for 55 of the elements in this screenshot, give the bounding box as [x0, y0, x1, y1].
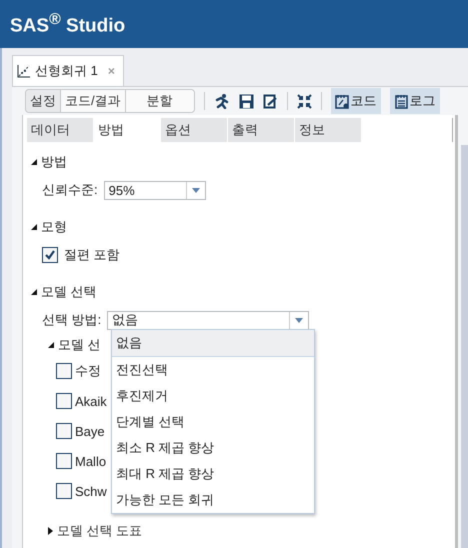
expand-icon[interactable] [31, 224, 37, 230]
checkbox[interactable] [56, 483, 72, 499]
sub-tab[interactable]: 출력 [228, 118, 295, 142]
dropdown-option[interactable]: 최소 R 제곱 향상 [112, 435, 314, 461]
dropdown-option[interactable]: 단계별 선택 [112, 409, 314, 435]
dropdown-option[interactable]: 없음 [112, 330, 314, 357]
checkbox[interactable] [56, 453, 72, 469]
checkbox-label: Mallo [75, 454, 106, 468]
section-title: 방법 [41, 153, 67, 171]
checkbox[interactable] [56, 423, 72, 439]
document-tab[interactable]: 선형회귀 1 × [12, 55, 124, 86]
view-button[interactable]: 분할 [126, 90, 194, 112]
expand-icon[interactable] [31, 289, 37, 295]
collapse-icon[interactable] [296, 94, 312, 108]
dropdown-arrow-icon [192, 188, 200, 192]
field-label: 신뢰수준: [42, 181, 98, 199]
dropdown-option[interactable]: 가능한 모든 회귀 [112, 487, 314, 513]
checkbox-label: Schw [75, 484, 107, 498]
expand-icon[interactable] [48, 342, 54, 348]
code-icon [334, 94, 350, 108]
section-title: 모델 선 [58, 336, 101, 354]
section-title: 모델 선택 도표 [57, 522, 142, 540]
view-button[interactable]: 코드/결과 [61, 90, 126, 112]
edit-document-icon[interactable] [262, 94, 278, 108]
run-icon[interactable] [214, 93, 230, 109]
chart-icon [17, 64, 31, 78]
dropdown-option[interactable]: 후진제거 [112, 383, 314, 409]
confidence-dropdown[interactable]: 95% [104, 180, 206, 200]
dropdown-option[interactable]: 최대 R 제곱 향상 [112, 461, 314, 487]
section-title: 모델 선택 [41, 283, 97, 301]
splitter-handle[interactable] [461, 145, 468, 548]
section-title: 모형 [41, 218, 67, 236]
checkbox-label: Akaik [75, 394, 107, 408]
tab-label: 선형회귀 1 [35, 62, 98, 80]
expand-icon[interactable] [48, 527, 53, 535]
checkbox-label: 절편 포함 [64, 246, 120, 264]
checkbox[interactable] [56, 363, 72, 379]
checkbox-label: 수정 [75, 362, 101, 380]
selection-method-dropdown[interactable]: 없음 [107, 310, 310, 330]
dropdown-option[interactable]: 전진선택 [112, 357, 314, 383]
toggle-button[interactable]: 코드 [330, 88, 381, 114]
view-button[interactable]: 설정 [26, 90, 61, 112]
checkbox[interactable] [56, 393, 72, 409]
sub-tab[interactable]: 데이터 [27, 118, 94, 142]
app-title: SAS$^{®}$ Studio [10, 10, 126, 38]
dropdown-arrow-icon [295, 318, 304, 322]
save-icon[interactable] [238, 94, 254, 108]
checkbox[interactable] [42, 247, 58, 263]
field-label: 선택 방법: [42, 311, 102, 329]
checkbox-label: Baye [75, 424, 105, 438]
expand-icon[interactable] [31, 159, 37, 165]
sub-tab[interactable]: 옵션 [161, 118, 228, 142]
notepad-icon [394, 94, 409, 108]
sub-tab[interactable]: 정보 [295, 118, 362, 142]
toggle-button[interactable]: 로그 [390, 88, 440, 114]
